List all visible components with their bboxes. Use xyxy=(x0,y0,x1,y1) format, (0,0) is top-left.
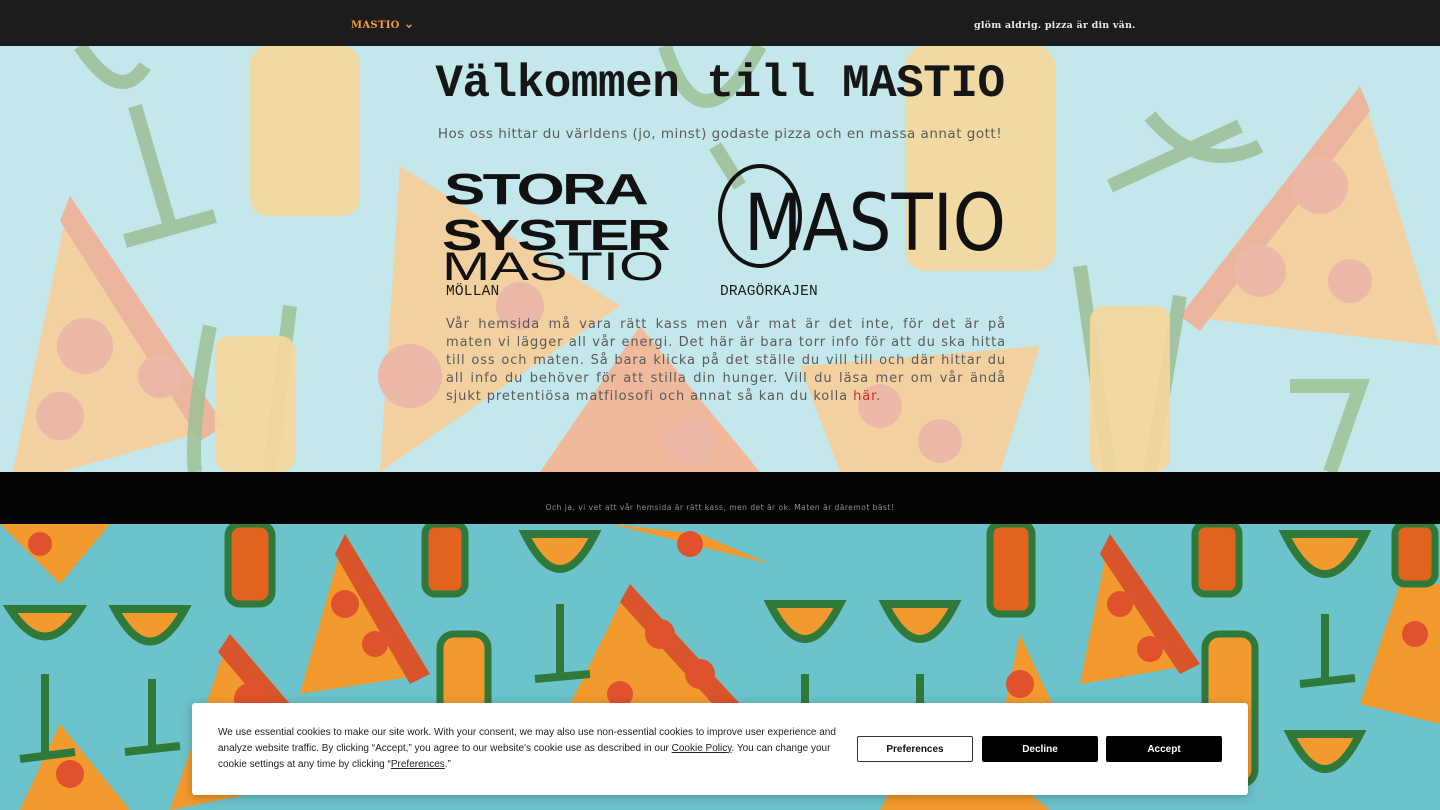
cookie-consent-banner: We use essential cookies to make our sit… xyxy=(192,703,1248,795)
strip-text: Och ja, vi vet att vår hemsida är rätt k… xyxy=(545,503,895,512)
body-paragraph: Vår hemsida må vara rätt kass men vår ma… xyxy=(446,316,1006,406)
intro-text: Hos oss hittar du världens (jo, minst) g… xyxy=(437,126,1003,142)
preferences-button[interactable]: Preferences xyxy=(857,736,973,762)
page-title: Välkommen till MASTIO xyxy=(435,58,1005,110)
cookie-text-3: .” xyxy=(444,758,451,770)
location-mollan-label[interactable]: MÖLLAN xyxy=(446,284,499,300)
logo-stora-line-1: STORA xyxy=(444,165,648,214)
hero-content: Välkommen till MASTIO Hos oss hittar du … xyxy=(0,46,1440,472)
preferences-link[interactable]: Preferences xyxy=(391,759,445,770)
brand-label: MASTIO xyxy=(351,20,400,31)
brand-menu[interactable]: MASTIO xyxy=(351,20,413,31)
location-dragorkajen-label[interactable]: DRAGÖRKAJEN xyxy=(720,284,818,300)
hero-section: Välkommen till MASTIO Hos oss hittar du … xyxy=(0,46,1440,472)
mastio-logo[interactable]: MASTIO xyxy=(718,164,1010,274)
logo-stora-line-3: MASTIO xyxy=(442,245,664,282)
logo-mastio-text: MASTIO xyxy=(744,179,1006,269)
cookie-message: We use essential cookies to make our sit… xyxy=(218,725,836,772)
top-nav-bar: MASTIO glöm aldrig. pizza är din vän. xyxy=(0,0,1440,46)
body-text-end: . xyxy=(876,389,882,404)
accept-button[interactable]: Accept xyxy=(1106,736,1222,762)
chevron-down-icon xyxy=(405,23,412,28)
decline-button[interactable]: Decline xyxy=(982,736,1098,762)
stora-syster-mastio-logo[interactable]: STORA SYSTER MASTIO xyxy=(440,164,674,282)
read-more-link[interactable]: här xyxy=(853,389,876,404)
site-tagline: glöm aldrig. pizza är din vän. xyxy=(974,20,1136,31)
cookie-policy-link[interactable]: Cookie Policy xyxy=(672,743,732,754)
body-text: Vår hemsida må vara rätt kass men vår ma… xyxy=(446,317,1006,404)
footer-strip: Och ja, vi vet att vår hemsida är rätt k… xyxy=(0,472,1440,524)
